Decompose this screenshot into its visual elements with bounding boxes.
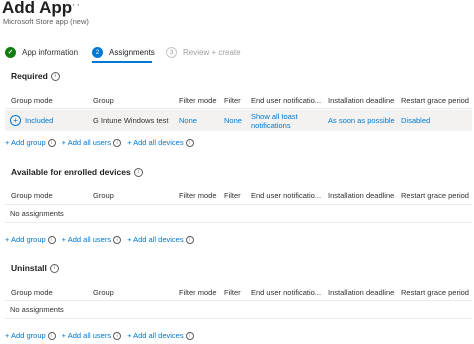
column-header-group[interactable]: Group xyxy=(93,96,114,105)
required-actions: + Add group i + Add all users i + Add all … xyxy=(5,138,194,147)
section-title-available: Available for enrolled devices i xyxy=(11,167,143,177)
divider xyxy=(5,222,472,223)
active-step-indicator xyxy=(92,61,152,63)
info-icon[interactable]: i xyxy=(113,331,122,340)
column-header-filter-mode[interactable]: Filter mode xyxy=(179,191,217,200)
info-icon[interactable]: i xyxy=(185,138,194,147)
info-icon[interactable]: i xyxy=(47,235,56,244)
add-group-link[interactable]: + Add group xyxy=(5,235,46,244)
column-header-end-user-notifications[interactable]: End user notificatio... xyxy=(251,288,321,297)
step-number-icon: 2 xyxy=(92,46,103,58)
column-header-installation-deadline[interactable]: Installation deadline xyxy=(328,96,394,105)
info-icon[interactable]: i xyxy=(47,331,56,340)
restart-grace-period-link[interactable]: Disabled xyxy=(401,116,430,125)
column-header-installation-deadline[interactable]: Installation deadline xyxy=(328,191,394,200)
step-number-icon: 3 xyxy=(166,46,177,58)
add-all-devices-link[interactable]: + Add all devices xyxy=(127,235,184,244)
column-header-group-mode[interactable]: Group mode xyxy=(11,191,53,200)
add-group-link[interactable]: + Add group xyxy=(5,138,46,147)
section-title-uninstall: Uninstall i xyxy=(11,263,59,273)
more-options-button[interactable]: ··· xyxy=(67,0,81,11)
step-label: App information xyxy=(22,47,79,57)
divider xyxy=(5,300,472,301)
info-icon[interactable]: i xyxy=(47,138,56,147)
filter-mode-link[interactable]: None xyxy=(179,116,197,125)
column-header-filter[interactable]: Filter xyxy=(224,288,241,297)
info-icon[interactable]: i xyxy=(50,71,60,81)
info-icon[interactable]: i xyxy=(49,263,59,273)
end-user-notification-link-line2[interactable]: notifications xyxy=(251,121,291,130)
column-header-end-user-notifications[interactable]: End user notificatio... xyxy=(251,96,321,105)
column-header-installation-deadline[interactable]: Installation deadline xyxy=(328,288,394,297)
group-mode-included-link[interactable]: + Included xyxy=(10,115,53,126)
group-cell: G Intune Windows test xyxy=(93,116,169,125)
add-all-devices-link[interactable]: + Add all devices xyxy=(127,138,184,147)
page-title: Add App xyxy=(2,0,73,17)
add-all-users-link[interactable]: + Add all users xyxy=(62,331,111,340)
step-review-create: 3 Review + create xyxy=(166,43,241,61)
info-icon[interactable]: i xyxy=(185,331,194,340)
empty-state-text: No assignments xyxy=(10,305,64,314)
checkmark-icon: ✓ xyxy=(5,46,16,58)
column-header-group-mode[interactable]: Group mode xyxy=(11,288,53,297)
divider xyxy=(5,204,472,205)
installation-deadline-link[interactable]: As soon as possible xyxy=(328,116,395,125)
column-header-filter[interactable]: Filter xyxy=(224,96,241,105)
add-all-devices-link[interactable]: + Add all devices xyxy=(127,331,184,340)
step-app-information[interactable]: ✓ App information xyxy=(5,43,78,61)
column-header-restart-grace-period[interactable]: Restart grace period xyxy=(401,288,469,297)
info-icon[interactable]: i xyxy=(113,138,122,147)
info-icon[interactable]: i xyxy=(133,167,143,177)
divider xyxy=(5,318,472,319)
column-header-group-mode[interactable]: Group mode xyxy=(11,96,53,105)
add-circle-icon: + xyxy=(10,115,21,126)
add-all-users-link[interactable]: + Add all users xyxy=(62,138,111,147)
column-header-end-user-notifications[interactable]: End user notificatio... xyxy=(251,191,321,200)
page-subtitle: Microsoft Store app (new) xyxy=(3,17,89,26)
divider xyxy=(5,108,472,109)
column-header-filter-mode[interactable]: Filter mode xyxy=(179,288,217,297)
step-label: Review + create xyxy=(183,47,241,57)
end-user-notification-link-line1[interactable]: Show all toast xyxy=(251,112,298,121)
column-header-restart-grace-period[interactable]: Restart grace period xyxy=(401,191,469,200)
column-header-group[interactable]: Group xyxy=(93,288,114,297)
empty-state-text: No assignments xyxy=(10,209,64,218)
uninstall-actions: + Add group i + Add all users i + Add all … xyxy=(5,331,194,340)
column-header-filter-mode[interactable]: Filter mode xyxy=(179,96,217,105)
available-actions: + Add group i + Add all users i + Add all … xyxy=(5,235,194,244)
column-header-restart-grace-period[interactable]: Restart grace period xyxy=(401,96,469,105)
add-all-users-link[interactable]: + Add all users xyxy=(62,235,111,244)
info-icon[interactable]: i xyxy=(113,235,122,244)
filter-link[interactable]: None xyxy=(224,116,242,125)
column-header-group[interactable]: Group xyxy=(93,191,114,200)
add-group-link[interactable]: + Add group xyxy=(5,331,46,340)
step-label: Assignments xyxy=(109,47,155,57)
column-header-filter[interactable]: Filter xyxy=(224,191,241,200)
step-assignments[interactable]: 2 Assignments xyxy=(92,43,155,61)
info-icon[interactable]: i xyxy=(185,235,194,244)
section-title-required: Required i xyxy=(11,71,60,81)
